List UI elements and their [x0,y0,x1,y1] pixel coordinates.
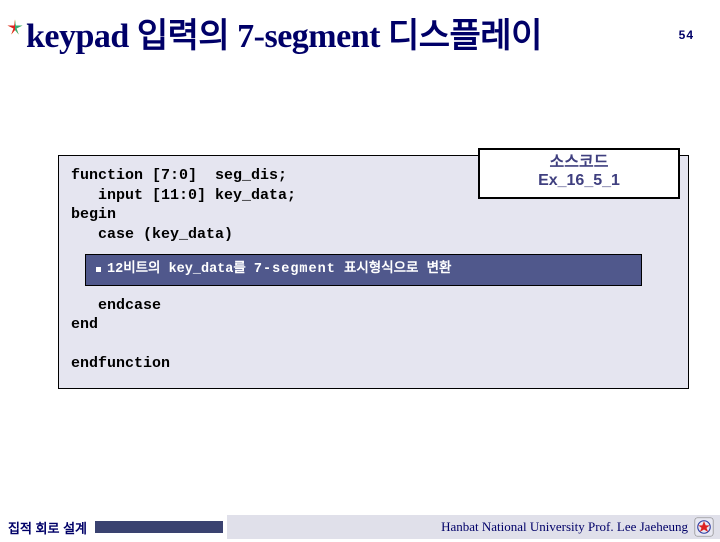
note-text: 12비트의 [107,262,169,277]
note-seg: 7-segment [254,262,336,277]
code-line: begin [71,205,676,225]
footer-bar-wrap [87,521,227,533]
source-code-label-box: 소스코드 Ex_16_5_1 [478,148,680,199]
title-row: keypad 입력의 7-segment 디스플레이 [6,8,720,57]
page-number: 54 [679,28,694,42]
slide-title: keypad 입력의 7-segment 디스플레이 [26,8,542,57]
code-line [71,335,676,355]
footer-left-text: 집적 회로 설계 [0,518,87,537]
note-box: 12비트의 key_data를 7-segment 표시형식으로 변환 [85,254,642,286]
star-icon [6,18,24,36]
note-text: 표시형식으로 변환 [336,262,452,277]
bullet-square-icon [96,267,101,272]
footer-right-wrap: Hanbat National University Prof. Lee Jae… [227,515,720,539]
note-text: 를 [233,262,254,277]
university-logo-icon [694,517,714,537]
code-line: case (key_data) [71,225,676,245]
code-line: endfunction [71,354,676,374]
code-line: end [71,315,676,335]
code-line: endcase [71,296,676,316]
source-label-line2: Ex_16_5_1 [488,172,670,190]
footer-progress-bar [95,521,223,533]
note-key: key_data [169,262,234,277]
source-label-line1: 소스코드 [488,154,670,172]
footer: 집적 회로 설계 Hanbat National University Prof… [0,514,720,540]
footer-right-text: Hanbat National University Prof. Lee Jae… [441,519,688,535]
